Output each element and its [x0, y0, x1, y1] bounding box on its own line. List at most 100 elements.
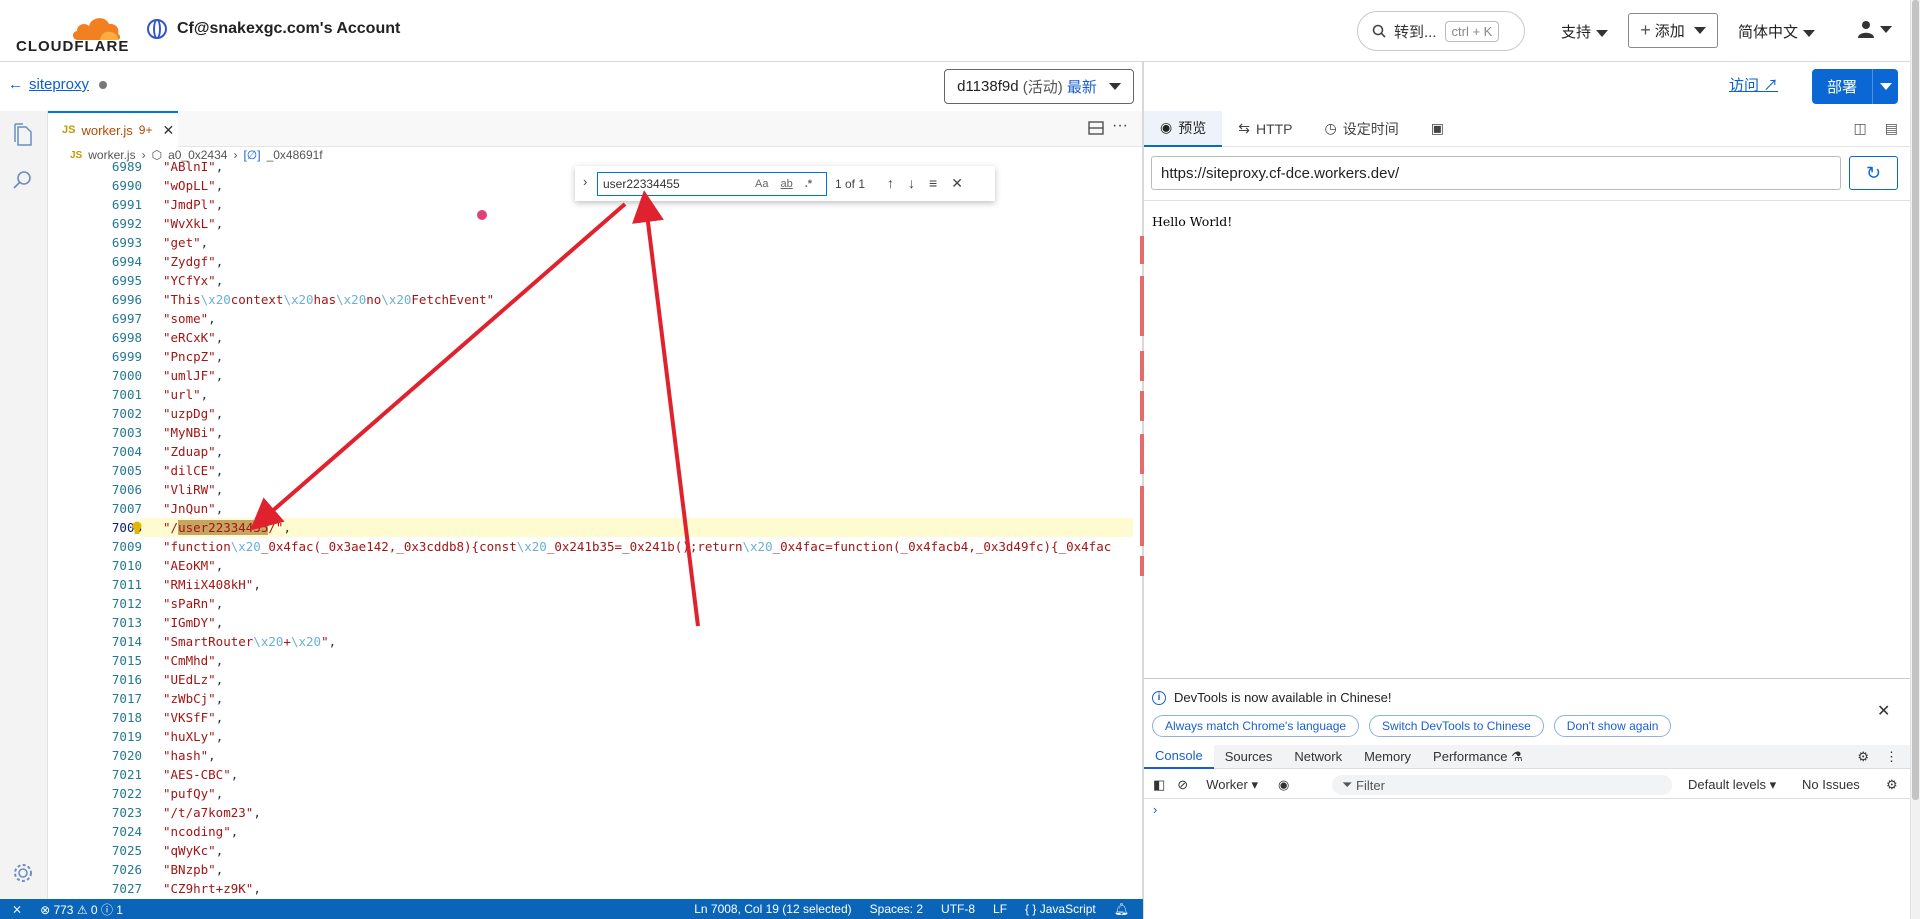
support-menu[interactable]: 支持	[1561, 21, 1609, 42]
code-line[interactable]: "umlJF",	[163, 366, 223, 385]
code-line[interactable]: "WvXkL",	[163, 214, 223, 233]
code-line[interactable]: "sPaRn",	[163, 594, 223, 613]
bell-icon[interactable]: 🔔︎	[1114, 902, 1129, 916]
code-line[interactable]: "/t/a7kom23",	[163, 803, 261, 822]
code-line[interactable]: "VliRW",	[163, 480, 223, 499]
code-line[interactable]: "PncpZ",	[163, 347, 223, 366]
code-line[interactable]: "function\x20_0x4fac(_0x3ae142,_0x3cddb8…	[163, 537, 1111, 556]
problems-status[interactable]: ⊗ 773 ⚠ 0 ⓘ 1	[40, 901, 123, 918]
code-line[interactable]: "ncoding",	[163, 822, 238, 841]
find-input[interactable]: user22334455 Aa ab .*	[597, 171, 827, 196]
code-line[interactable]: "This\x20context\x20has\x20no\x20FetchEv…	[163, 290, 494, 309]
user-menu[interactable]	[1857, 18, 1892, 39]
project-name-link[interactable]: siteproxy	[29, 76, 89, 93]
close-icon[interactable]: ✕	[162, 122, 174, 139]
dont-show-again-button[interactable]: Don't show again	[1553, 715, 1672, 737]
context-selector[interactable]: Worker ▾	[1206, 777, 1258, 793]
breadcrumb-variable[interactable]: _0x48691f	[267, 148, 323, 162]
kebab-menu-icon[interactable]: ⋮	[1885, 749, 1898, 765]
tab-memory[interactable]: Memory	[1353, 745, 1422, 769]
console-filter-input[interactable]: ⏷ Filter	[1332, 775, 1672, 795]
code-line[interactable]: "qWyKc",	[163, 841, 223, 860]
log-levels-dropdown[interactable]: Default levels ▾	[1688, 777, 1776, 793]
console-prompt[interactable]: ›	[1153, 802, 1157, 817]
issues-counter[interactable]: No Issues	[1802, 777, 1860, 792]
dock-panel-icon[interactable]: ◫	[1854, 120, 1867, 137]
close-icon[interactable]: ✕	[1877, 701, 1890, 721]
language-menu[interactable]: 简体中文	[1738, 21, 1816, 42]
more-actions-icon[interactable]: ···	[1112, 117, 1128, 135]
cloudflare-logo[interactable]: CLOUDFLARE	[16, 12, 128, 55]
account-switcher[interactable]: Cf@snakexgc.com's Account	[147, 19, 400, 39]
refresh-button[interactable]: ↻	[1849, 156, 1898, 190]
settings-gear-icon[interactable]: ⚙	[1857, 749, 1869, 765]
arrow-up-icon[interactable]: ↑	[887, 175, 894, 192]
switch-to-chinese-button[interactable]: Switch DevTools to Chinese	[1369, 715, 1544, 737]
code-line[interactable]: "SmartRouter\x20+\x20",	[163, 632, 336, 651]
regex-toggle[interactable]: .*	[805, 178, 812, 190]
page-scrollbar-thumb[interactable]	[1912, 0, 1919, 800]
code-line[interactable]: "wOpLL",	[163, 176, 223, 195]
close-icon[interactable]: ✕	[951, 175, 963, 192]
search-icon[interactable]	[12, 169, 34, 191]
code-line[interactable]: "uzpDg",	[163, 404, 223, 423]
code-line[interactable]: "BNzpb",	[163, 860, 223, 879]
tab-schedule[interactable]: ◷ 设定时间	[1309, 111, 1415, 147]
code-line[interactable]: "VKSfF",	[163, 708, 223, 727]
tab-terminal[interactable]: ▣	[1415, 111, 1460, 147]
code-line[interactable]: "get",	[163, 233, 208, 252]
tab-performance[interactable]: Performance ⚗	[1422, 745, 1534, 769]
code-line[interactable]: "Zydgf",	[163, 252, 223, 271]
split-editor-icon[interactable]	[1088, 121, 1104, 135]
lightbulb-icon[interactable]	[131, 521, 143, 536]
encoding[interactable]: UTF-8	[941, 902, 975, 916]
code-line[interactable]: "MyNBi",	[163, 423, 223, 442]
preview-url-input[interactable]: https://siteproxy.cf-dce.workers.dev/	[1151, 156, 1841, 190]
code-line[interactable]: "/user22334455/",	[163, 518, 291, 537]
visit-link[interactable]: 访问 ↗	[1729, 74, 1778, 95]
code-line[interactable]: "dilCE",	[163, 461, 223, 480]
code-line[interactable]: "YCfYx",	[163, 271, 223, 290]
code-line[interactable]: "ABlnI",	[163, 157, 223, 176]
tab-worker-js[interactable]: JS worker.js 9+ ✕	[48, 111, 178, 147]
tab-console[interactable]: Console	[1144, 744, 1214, 769]
code-line[interactable]: "CmMhd",	[163, 651, 223, 670]
add-button[interactable]: + 添加	[1628, 13, 1718, 48]
code-line[interactable]: "zWbCj",	[163, 689, 223, 708]
tab-network[interactable]: Network	[1283, 745, 1353, 769]
code-line[interactable]: "JmdPl",	[163, 195, 223, 214]
code-line[interactable]: "UEdLz",	[163, 670, 223, 689]
code-line[interactable]: "AEoKM",	[163, 556, 223, 575]
back-to-project[interactable]: ← siteproxy	[8, 76, 108, 93]
files-icon[interactable]	[12, 123, 34, 147]
code-line[interactable]: "JnQun",	[163, 499, 223, 518]
code-line[interactable]: "some",	[163, 309, 216, 328]
cursor-position[interactable]: Ln 7008, Col 19 (12 selected)	[694, 902, 851, 916]
code-line[interactable]: "CZ9hrt+z9K",	[163, 879, 261, 898]
find-in-selection-icon[interactable]: ≡	[929, 175, 937, 192]
end-of-line[interactable]: LF	[993, 902, 1007, 916]
version-selector[interactable]: d1138f9d (活动) 最新	[944, 69, 1134, 104]
indentation[interactable]: Spaces: 2	[870, 902, 923, 916]
code-line[interactable]: "AES-CBC",	[163, 765, 238, 784]
arrow-down-icon[interactable]: ↓	[908, 175, 915, 192]
tab-sources[interactable]: Sources	[1214, 745, 1284, 769]
sidebar-toggle-icon[interactable]: ◧	[1153, 777, 1165, 793]
code-line[interactable]: "hash",	[163, 746, 216, 765]
clear-console-icon[interactable]: ⊘	[1177, 777, 1188, 793]
tab-http[interactable]: ⇆ HTTP	[1222, 111, 1308, 147]
gear-icon[interactable]	[12, 862, 34, 884]
chat-icon[interactable]: ▤	[1885, 120, 1898, 137]
language-mode[interactable]: { } JavaScript	[1025, 902, 1096, 916]
code-line[interactable]: "RMiiX408kH",	[163, 575, 261, 594]
whole-word-toggle[interactable]: ab	[780, 178, 792, 190]
chevron-right-icon[interactable]: ›	[583, 174, 587, 189]
tab-preview[interactable]: ◉ 预览	[1144, 110, 1223, 147]
code-line[interactable]: "huXLy",	[163, 727, 223, 746]
deploy-button[interactable]: 部署	[1812, 69, 1898, 104]
code-line[interactable]: "Zduap",	[163, 442, 223, 461]
remote-icon[interactable]: ⨯	[12, 902, 22, 916]
live-expression-eye-icon[interactable]: ◉	[1278, 777, 1289, 793]
always-match-language-button[interactable]: Always match Chrome's language	[1152, 715, 1360, 737]
console-settings-gear-icon[interactable]: ⚙	[1886, 777, 1898, 793]
